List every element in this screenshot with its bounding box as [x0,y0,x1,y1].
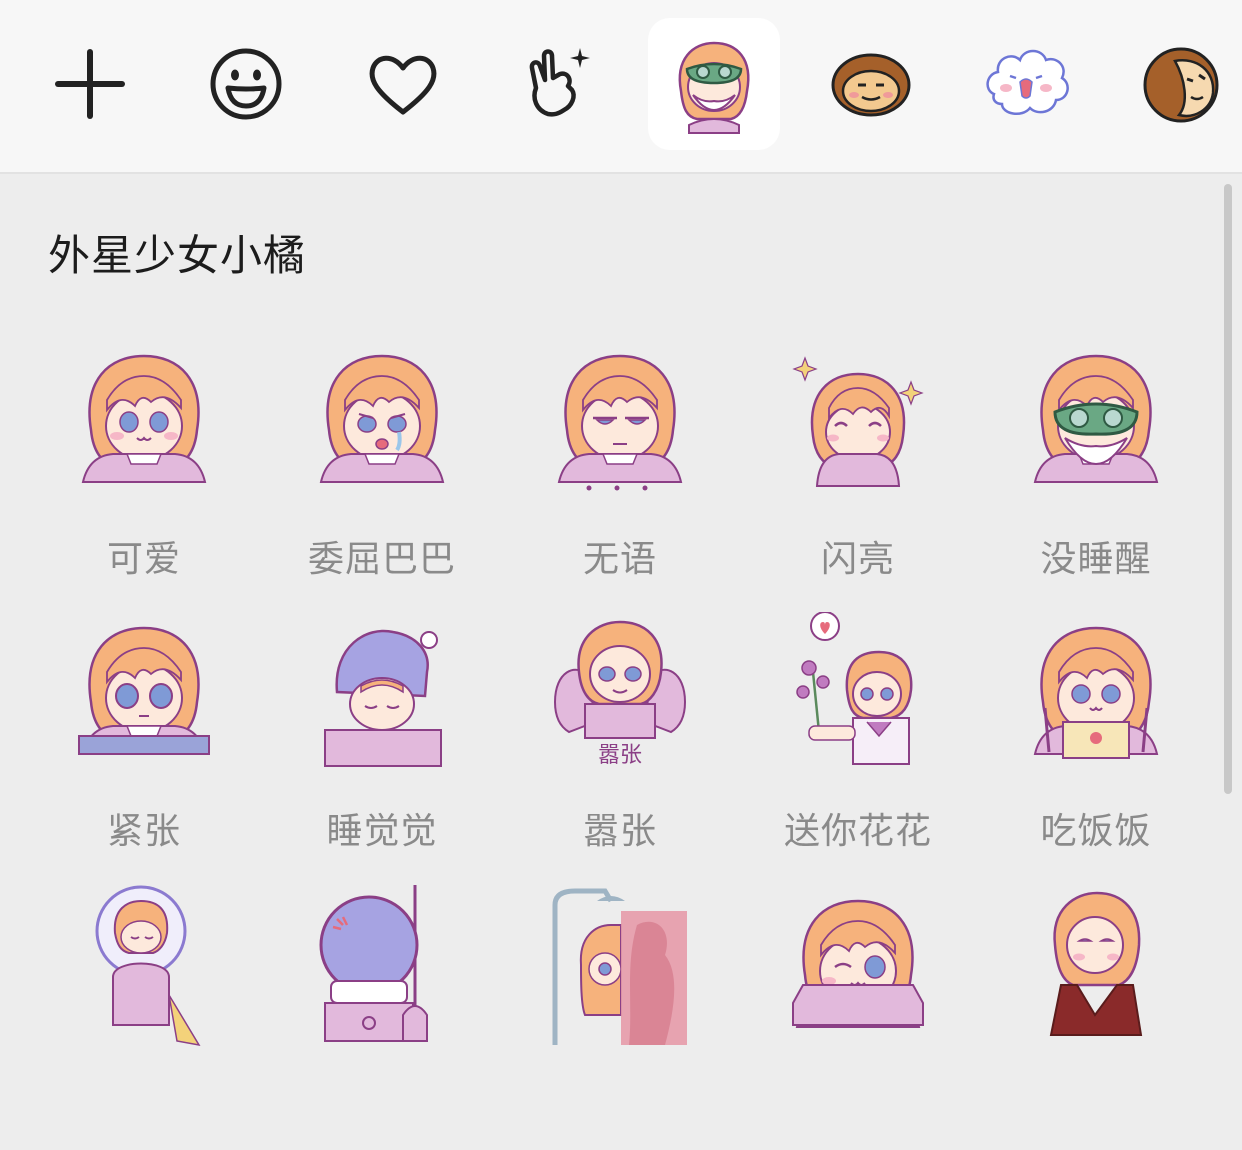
sticker-label: 吃饭饭 [1040,811,1152,852]
sticker-label: 紧张 [106,811,181,852]
sticker-sparkle-image [792,356,924,488]
sticker-teary-image [319,354,445,484]
sticker-grid: 可爱 委屈巴巴 无语 闪亮 没睡醒 紧张 睡觉觉 嚣张 嚣张 送你花花 吃饭饭 [0,0,1242,1062]
sticker-label: 嚣张 [582,811,657,852]
sticker-label: 闪亮 [820,539,895,580]
sticker-label: 送你花花 [783,811,932,852]
sticker-helmet[interactable] [263,880,501,1150]
sticker-wink-image [792,899,924,1029]
sticker-nightcap-image [324,629,442,767]
sticker-sleepmask-image [1033,354,1159,484]
sticker-arrogant-image: 嚣张 [553,620,687,768]
sticker-label: 没睡醒 [1040,539,1152,580]
sticker-nightcap[interactable]: 睡觉觉 [263,612,501,882]
sticker-flowers[interactable]: 送你花花 [739,612,977,882]
sticker-label: 无语 [582,539,657,580]
sticker-pose-image [1049,891,1143,1036]
sticker-speechless[interactable]: 无语 [501,340,739,610]
sticker-label: 睡觉觉 [326,811,438,852]
sticker-speechless-image [557,354,683,491]
sticker-label: 委屈巴巴 [307,539,456,580]
sticker-teary[interactable]: 委屈巴巴 [263,340,501,610]
sticker-cute[interactable]: 可爱 [25,340,263,610]
sticker-pose[interactable] [977,880,1215,1150]
sticker-flowers-image [796,612,913,765]
sticker-nervous-image [78,626,210,756]
sticker-cute-image [81,354,207,484]
sticker-sparkle[interactable]: 闪亮 [739,340,977,610]
sticker-arrogant-caption: 嚣张 [598,743,642,768]
sticker-arrogant[interactable]: 嚣张 嚣张 [501,612,739,882]
sticker-shower[interactable] [501,880,739,1150]
sticker-astronaut-image [95,885,201,1047]
scrollbar[interactable] [1224,184,1232,794]
sticker-eating[interactable]: 吃饭饭 [977,612,1215,882]
sticker-helmet-image [319,885,428,1042]
sticker-eating-image [1033,626,1159,759]
sticker-astronaut[interactable] [25,880,263,1150]
sticker-shower-image [552,888,687,1045]
sticker-label: 可爱 [106,539,181,580]
sticker-nervous[interactable]: 紧张 [25,612,263,882]
sticker-wink[interactable] [739,880,977,1150]
sticker-sleepmask[interactable]: 没睡醒 [977,340,1215,610]
